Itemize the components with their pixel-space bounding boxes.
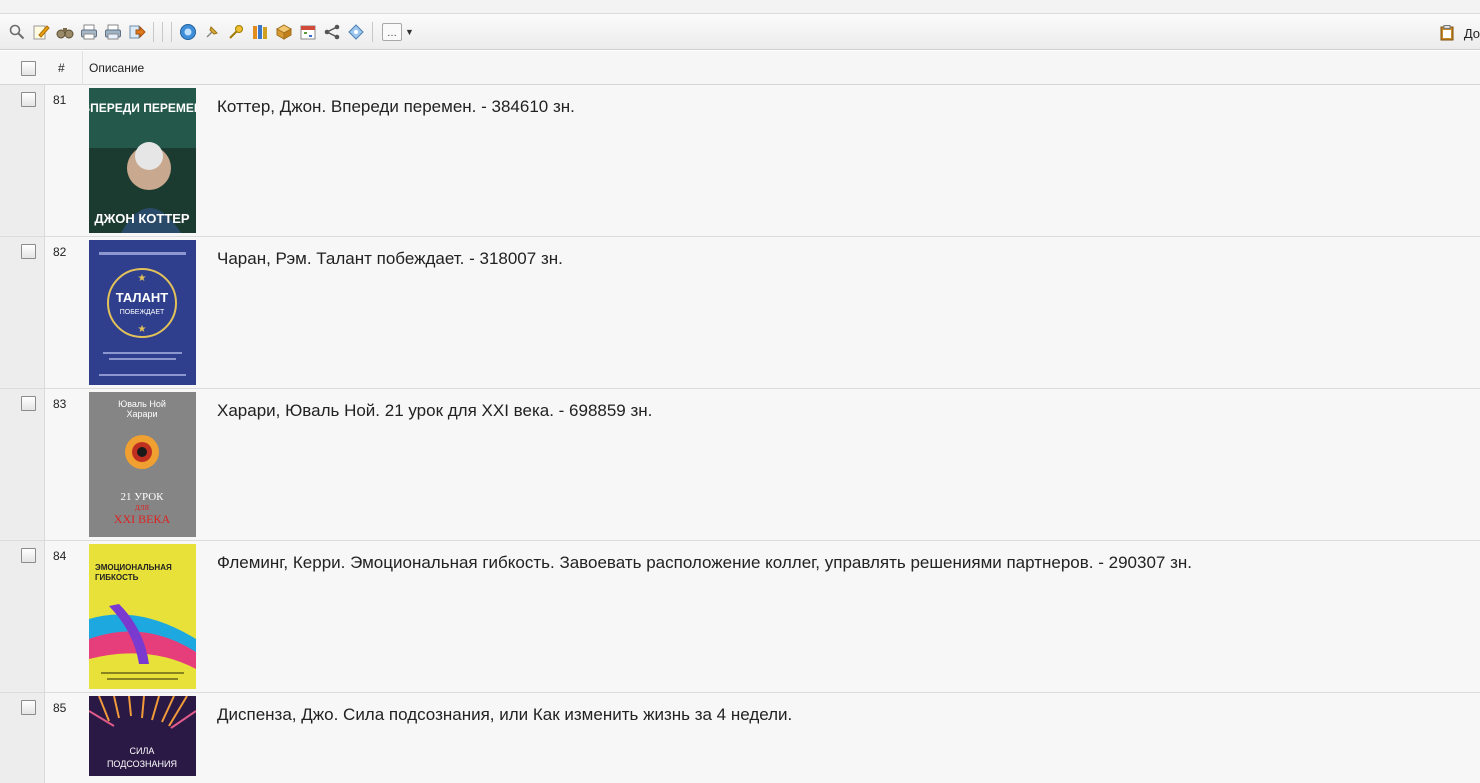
book-cover[interactable]: Юваль Ной Харари 21 УРОК ДЛЯ XXI ВЕКА: [89, 392, 196, 537]
share-icon[interactable]: [321, 21, 343, 43]
book-description[interactable]: Чаран, Рэм. Талант побеждает. - 318007 з…: [217, 249, 563, 269]
cover-title-2: ПОДСОЗНАНИЯ: [107, 759, 177, 769]
cover-title-1: 21 УРОК: [120, 491, 164, 503]
tag-icon[interactable]: [345, 21, 367, 43]
add-button-label: До: [1463, 25, 1480, 41]
row-number: 85: [53, 701, 67, 715]
book-description[interactable]: Диспенза, Джо. Сила подсознания, или Как…: [217, 705, 792, 725]
table-row[interactable]: 83 Юваль Ной Харари 21 УРОК ДЛЯ XXI ВЕКА…: [0, 389, 1480, 541]
more-actions-dropdown[interactable]: … ▼: [382, 22, 414, 41]
calendar-icon[interactable]: [297, 21, 319, 43]
row-checkbox[interactable]: [21, 700, 36, 715]
row-gutter: [0, 389, 45, 540]
table-row[interactable]: 81 ВПЕРЕДИ ПЕРЕМЕН ДЖОН КОТТЕР Коттер, Д…: [0, 85, 1480, 237]
key-icon[interactable]: [225, 21, 247, 43]
book-cover[interactable]: ВПЕРЕДИ ПЕРЕМЕН ДЖОН КОТТЕР: [89, 88, 196, 233]
toolbar-separator: [372, 21, 376, 42]
export-icon[interactable]: [126, 21, 148, 43]
table-header: # Описание: [0, 51, 1480, 85]
clipboard-icon: [1436, 22, 1458, 44]
edit-icon[interactable]: [30, 21, 52, 43]
row-checkbox[interactable]: [21, 548, 36, 563]
row-checkbox[interactable]: [21, 92, 36, 107]
row-checkbox[interactable]: [21, 244, 36, 259]
toolbar-separator: [153, 21, 157, 42]
cover-title-1: ЭМОЦИОНАЛЬНАЯ: [95, 563, 172, 572]
binoculars-icon[interactable]: [54, 21, 76, 43]
book-cover[interactable]: ЭМОЦИОНАЛЬНАЯ ГИБКОСТЬ: [89, 544, 196, 689]
book-description[interactable]: Коттер, Джон. Впереди перемен. - 384610 …: [217, 97, 575, 117]
cover-title-3: XXI ВЕКА: [114, 512, 171, 526]
cover-title: ТАЛАНТ: [116, 290, 169, 305]
chevron-down-icon[interactable]: ▼: [405, 27, 414, 37]
cover-title-2: ДЛЯ: [135, 504, 150, 512]
book-description[interactable]: Харари, Юваль Ной. 21 урок для XXI века.…: [217, 401, 652, 421]
row-number: 81: [53, 93, 67, 107]
print-icon[interactable]: [78, 21, 100, 43]
more-button[interactable]: …: [382, 22, 402, 41]
book-cover[interactable]: СИЛА ПОДСОЗНАНИЯ: [89, 696, 196, 776]
column-header-description[interactable]: Описание: [89, 61, 144, 75]
row-gutter: [0, 237, 45, 388]
book-cover[interactable]: ★ ТАЛАНТ ПОБЕЖДАЕТ ★: [89, 240, 196, 385]
row-number: 84: [53, 549, 67, 563]
window-top-strip: [0, 0, 1480, 14]
svg-text:★: ★: [138, 273, 147, 284]
print-preview-icon[interactable]: [102, 21, 124, 43]
results-list: 81 ВПЕРЕДИ ПЕРЕМЕН ДЖОН КОТТЕР Коттер, Д…: [0, 85, 1480, 783]
row-gutter: [0, 541, 45, 692]
cover-bottom-text: ДЖОН КОТТЕР: [94, 211, 190, 226]
search-icon[interactable]: [6, 21, 28, 43]
row-number: 82: [53, 245, 67, 259]
table-row[interactable]: 82 ★ ТАЛАНТ ПОБЕЖДАЕТ ★ Чаран, Рэм. Тала…: [0, 237, 1480, 389]
books-icon[interactable]: [249, 21, 271, 43]
cover-title-2: ГИБКОСТЬ: [95, 573, 139, 582]
svg-text:★: ★: [138, 324, 147, 335]
pin-icon[interactable]: [201, 21, 223, 43]
cover-top-text: ВПЕРЕДИ ПЕРЕМЕН: [89, 101, 196, 115]
cover-subtitle: ПОБЕЖДАЕТ: [120, 309, 165, 316]
add-button[interactable]: До: [1436, 22, 1480, 44]
column-divider: [82, 51, 83, 85]
cover-author-first: Юваль Ной: [118, 399, 166, 409]
cube-icon[interactable]: [273, 21, 295, 43]
toolbar-separator: [171, 21, 175, 42]
toolbar: … ▼ До: [0, 14, 1480, 50]
select-all-checkbox[interactable]: [21, 61, 36, 76]
book-description[interactable]: Флеминг, Керри. Эмоциональная гибкость. …: [217, 553, 1192, 573]
cover-title-1: СИЛА: [130, 746, 155, 756]
row-number: 83: [53, 397, 67, 411]
column-header-number[interactable]: #: [58, 61, 65, 75]
row-gutter: [0, 85, 45, 236]
row-checkbox[interactable]: [21, 396, 36, 411]
table-row[interactable]: 84 ЭМОЦИОНАЛЬНАЯ ГИБКОСТЬ Флеминг, Керри…: [0, 541, 1480, 693]
cover-author-last: Харари: [126, 409, 157, 419]
info-icon[interactable]: [177, 21, 199, 43]
toolbar-separator: [162, 21, 166, 42]
table-row[interactable]: 85 СИЛА ПОДСОЗНАНИЯ Диспенза, Джо. Сила …: [0, 693, 1480, 783]
